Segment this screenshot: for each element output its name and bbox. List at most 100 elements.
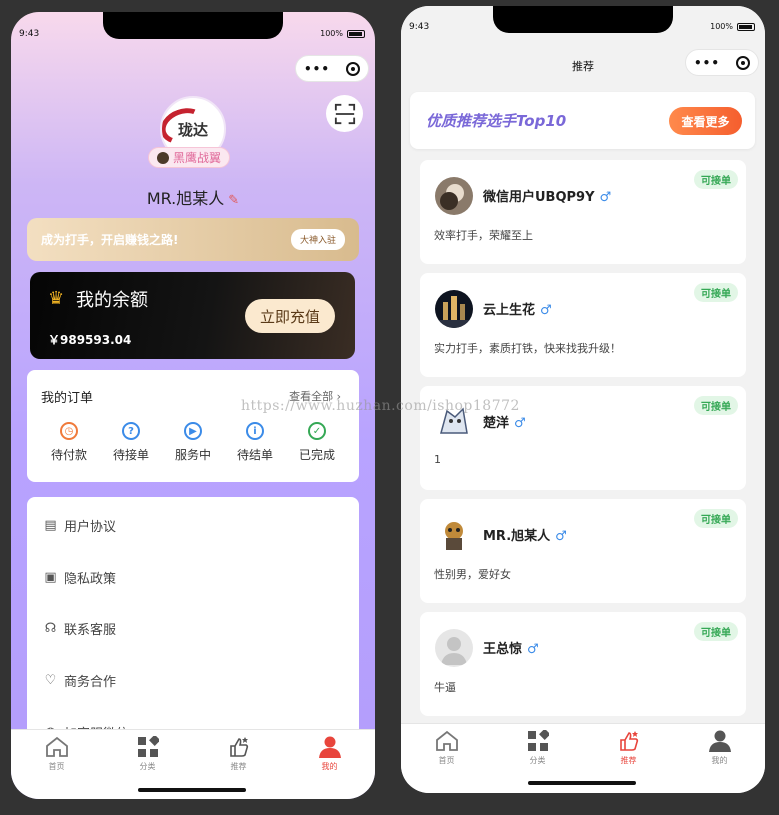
- thumbs-up-icon: [618, 730, 640, 752]
- player-avatar: [435, 516, 473, 554]
- tab-category[interactable]: 分类: [102, 736, 193, 772]
- battery-icon: [737, 22, 755, 31]
- battery-percent: 100%: [320, 29, 343, 38]
- more-icon[interactable]: •••: [694, 56, 720, 70]
- male-icon: ♂: [540, 303, 552, 318]
- category-icon: [137, 736, 159, 758]
- player-name: MR.旭某人 ♂: [483, 529, 567, 544]
- crown-icon: ♛: [48, 288, 65, 309]
- balance-title: 我的余额: [76, 290, 148, 311]
- male-icon: ♂: [527, 642, 539, 657]
- status-time: 9:43: [19, 29, 40, 39]
- player-desc: 牛逼: [434, 681, 456, 694]
- player-card[interactable]: 云上生花 ♂ 可接单 实力打手，素质打铁，快来找我升级！: [420, 273, 746, 377]
- male-icon: ♂: [555, 529, 567, 544]
- tab-home[interactable]: 首页: [401, 730, 492, 766]
- player-avatar: [435, 629, 473, 667]
- available-badge: 可接单: [694, 170, 738, 189]
- play-icon: ▶: [184, 422, 202, 440]
- player-avatar: [435, 177, 473, 215]
- team-emblem-icon: [157, 151, 169, 164]
- team-tag-label: 黑鹰战翼: [173, 151, 222, 165]
- order-status-pending-settle[interactable]: i 待结单: [225, 422, 285, 463]
- more-icon[interactable]: •••: [304, 62, 330, 76]
- promo-text: 成为打手，开启赚钱之路!: [41, 233, 179, 247]
- player-desc: 1: [434, 453, 441, 466]
- order-status-completed[interactable]: ✓ 已完成: [287, 422, 347, 463]
- tab-mine[interactable]: 我的: [284, 736, 375, 772]
- info-icon: i: [246, 422, 264, 440]
- scan-icon: [334, 103, 355, 124]
- question-icon: ?: [122, 422, 140, 440]
- player-avatar: [435, 290, 473, 328]
- available-badge: 可接单: [694, 509, 738, 528]
- battery-percent: 100%: [710, 22, 733, 31]
- tab-mine[interactable]: 我的: [674, 730, 765, 766]
- home-indicator: [528, 781, 636, 785]
- username-row: MR.旭某人 ✎: [11, 185, 375, 209]
- edit-icon[interactable]: ✎: [228, 193, 239, 208]
- order-status-pending-payment[interactable]: ◷ 待付款: [39, 422, 99, 463]
- mini-program-capsule[interactable]: •••: [685, 49, 759, 76]
- notch: [103, 12, 283, 39]
- close-miniapp-icon[interactable]: [735, 55, 750, 70]
- player-desc: 效率打手，荣耀至上: [434, 229, 533, 242]
- thumbs-up-icon: [228, 736, 250, 758]
- home-icon: [435, 730, 459, 752]
- orders-card: 我的订单 查看全部 › ◷ 待付款 ? 待接单 ▶ 服务中 i 待结单 ✓ 已完…: [27, 370, 359, 482]
- status-time: 9:43: [409, 22, 430, 32]
- become-player-banner[interactable]: 成为打手，开启赚钱之路! 大神入驻: [27, 218, 359, 261]
- check-icon: ✓: [308, 422, 326, 440]
- available-badge: 可接单: [694, 283, 738, 302]
- menu-item-customer-service[interactable]: ☊ 联系客服: [43, 619, 116, 638]
- player-name: 微信用户UBQP9Y ♂: [483, 190, 612, 205]
- home-indicator: [138, 788, 246, 792]
- mini-program-capsule[interactable]: •••: [295, 55, 369, 82]
- menu-item-user-agreement[interactable]: ▤ 用户协议: [43, 516, 116, 535]
- player-card[interactable]: 王总惊 ♂ 可接单 牛逼: [420, 612, 746, 716]
- privacy-icon: ▣: [44, 570, 57, 585]
- headset-icon: ☊: [44, 621, 57, 636]
- order-status-in-service[interactable]: ▶ 服务中: [163, 422, 223, 463]
- close-miniapp-icon[interactable]: [345, 61, 360, 76]
- player-card[interactable]: 微信用户UBQP9Y ♂ 可接单 效率打手，荣耀至上: [420, 160, 746, 264]
- join-button[interactable]: 大神入驻: [290, 229, 345, 250]
- player-name: 楚洋 ♂: [483, 416, 526, 431]
- orders-title: 我的订单: [41, 391, 94, 406]
- see-more-button[interactable]: 查看更多: [669, 107, 742, 135]
- heart-icon: ♡: [44, 673, 57, 688]
- order-status-pending-accept[interactable]: ? 待接单: [101, 422, 161, 463]
- tab-recommend[interactable]: 推荐: [583, 730, 674, 766]
- order-status-row: ◷ 待付款 ? 待接单 ▶ 服务中 i 待结单 ✓ 已完成: [39, 422, 347, 463]
- player-name: 云上生花 ♂: [483, 303, 552, 318]
- settings-menu: ▤用户协议 ▣隐私政策 ☊联系客服 ♡商务合作 ◍加客服微信: [27, 497, 359, 757]
- document-icon: ▤: [44, 518, 57, 533]
- player-desc: 实力打手，素质打铁，快来找我升级！: [434, 342, 621, 355]
- balance-amount: ￥989593.04: [48, 333, 132, 347]
- home-icon: [45, 736, 69, 758]
- user-icon: [318, 736, 342, 758]
- player-desc: 性别男，爱好女: [434, 568, 511, 581]
- balance-card: ♛ 我的余额 ￥989593.04 立即充值: [30, 272, 355, 359]
- watermark: https://www.huzhan.com/ishop18772: [241, 398, 520, 414]
- top10-banner: 优质推荐选手Top10 查看更多: [410, 92, 755, 149]
- menu-item-business[interactable]: ♡ 商务合作: [43, 671, 116, 690]
- available-badge: 可接单: [694, 396, 738, 415]
- player-card[interactable]: MR.旭某人 ♂ 可接单 性别男，爱好女: [420, 499, 746, 603]
- username: MR.旭某人: [146, 189, 225, 208]
- status-battery: 100%: [710, 22, 755, 31]
- team-tag: 黑鹰战翼: [148, 147, 231, 168]
- scan-button[interactable]: [326, 95, 363, 132]
- top10-title: 优质推荐选手Top10: [426, 112, 567, 130]
- available-badge: 可接单: [694, 622, 738, 641]
- battery-icon: [347, 29, 365, 38]
- player-name: 王总惊 ♂: [483, 642, 539, 657]
- tab-home[interactable]: 首页: [11, 736, 102, 772]
- recharge-button[interactable]: 立即充值: [245, 299, 335, 333]
- notch: [493, 6, 673, 33]
- user-icon: [708, 730, 732, 752]
- tab-recommend[interactable]: 推荐: [193, 736, 284, 772]
- male-icon: ♂: [599, 190, 612, 205]
- menu-item-privacy[interactable]: ▣ 隐私政策: [43, 568, 116, 587]
- tab-category[interactable]: 分类: [492, 730, 583, 766]
